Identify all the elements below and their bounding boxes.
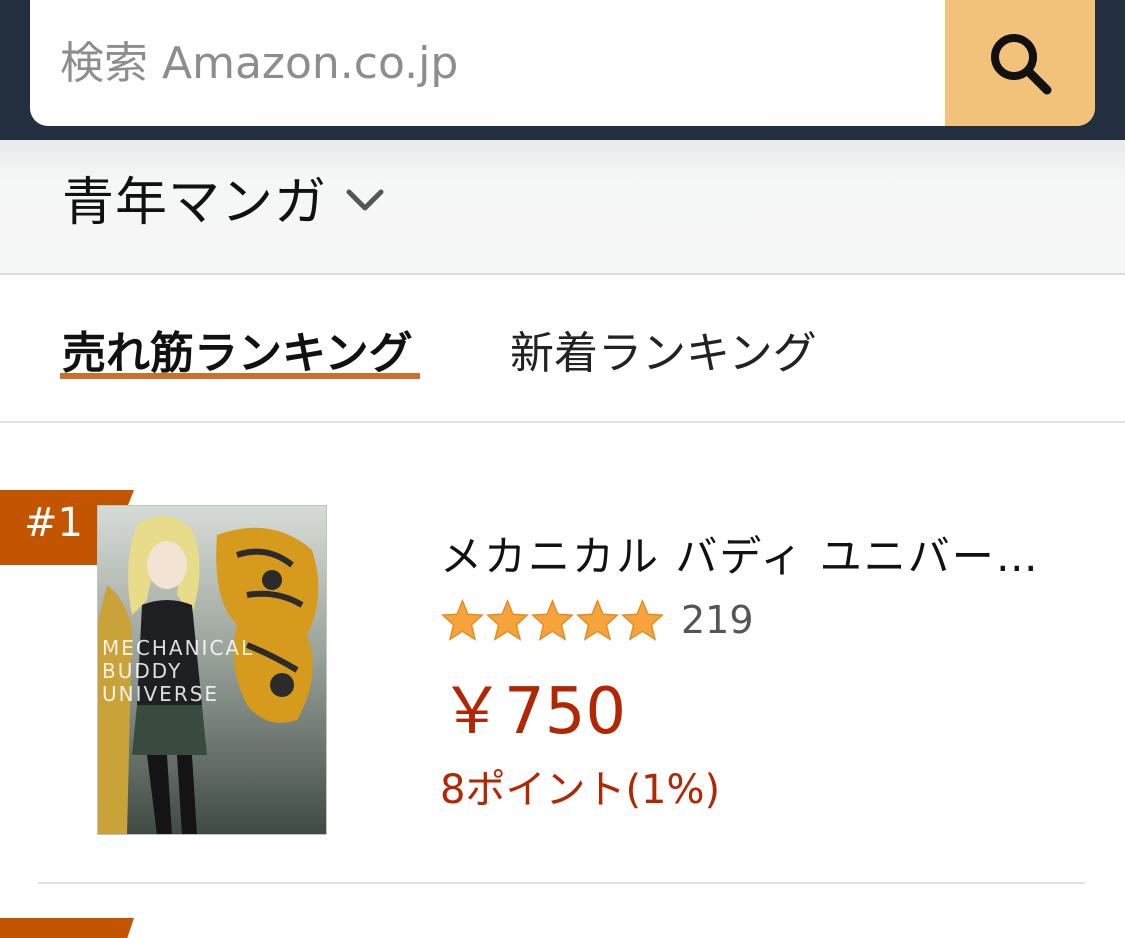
chevron-down-icon: [346, 189, 384, 211]
svg-text:UNIVERSE: UNIVERSE: [102, 682, 219, 706]
cover-art: MECHANICAL BUDDY UNIVERSE: [97, 505, 327, 835]
ranking-tabs: 売れ筋ランキング 新着ランキング: [0, 277, 1125, 423]
category-bar: 青年マンガ: [0, 140, 1125, 275]
search-icon: [991, 34, 1052, 95]
book-cover-image[interactable]: MECHANICAL BUDDY UNIVERSE: [97, 505, 327, 835]
star-icon: [441, 598, 484, 641]
star-rating: [440, 598, 665, 643]
search-bar: [30, 0, 1095, 126]
divider: [38, 882, 1085, 884]
rating: 219: [440, 595, 754, 645]
rank-badge-next: [0, 918, 134, 938]
header: [0, 0, 1125, 140]
search-input[interactable]: [30, 0, 945, 126]
category-label: 青年マンガ: [62, 172, 328, 233]
star-icon: [486, 598, 529, 641]
svg-text:MECHANICAL: MECHANICAL: [102, 636, 254, 660]
tab-bestsellers[interactable]: 売れ筋ランキング: [62, 317, 413, 381]
product-price: ￥750: [440, 675, 627, 749]
tab-new-releases[interactable]: 新着ランキング: [510, 317, 817, 381]
product-card[interactable]: #1 MECHANICAL BUDDY UNIVERSE メカニカル バディ ユ…: [0, 425, 1125, 885]
svg-text:BUDDY: BUDDY: [102, 659, 182, 683]
star-icon: [621, 598, 664, 641]
active-tab-indicator: [60, 373, 420, 379]
search-button[interactable]: [945, 0, 1095, 126]
star-icon: [531, 598, 574, 641]
rank-text: #1: [24, 500, 83, 546]
star-icon: [576, 598, 619, 641]
review-count[interactable]: 219: [681, 598, 754, 642]
category-dropdown[interactable]: 青年マンガ: [62, 162, 385, 233]
product-title[interactable]: メカニカル バディ ユニバー…: [440, 523, 1060, 584]
product-points: 8ポイント(1%): [440, 767, 721, 813]
